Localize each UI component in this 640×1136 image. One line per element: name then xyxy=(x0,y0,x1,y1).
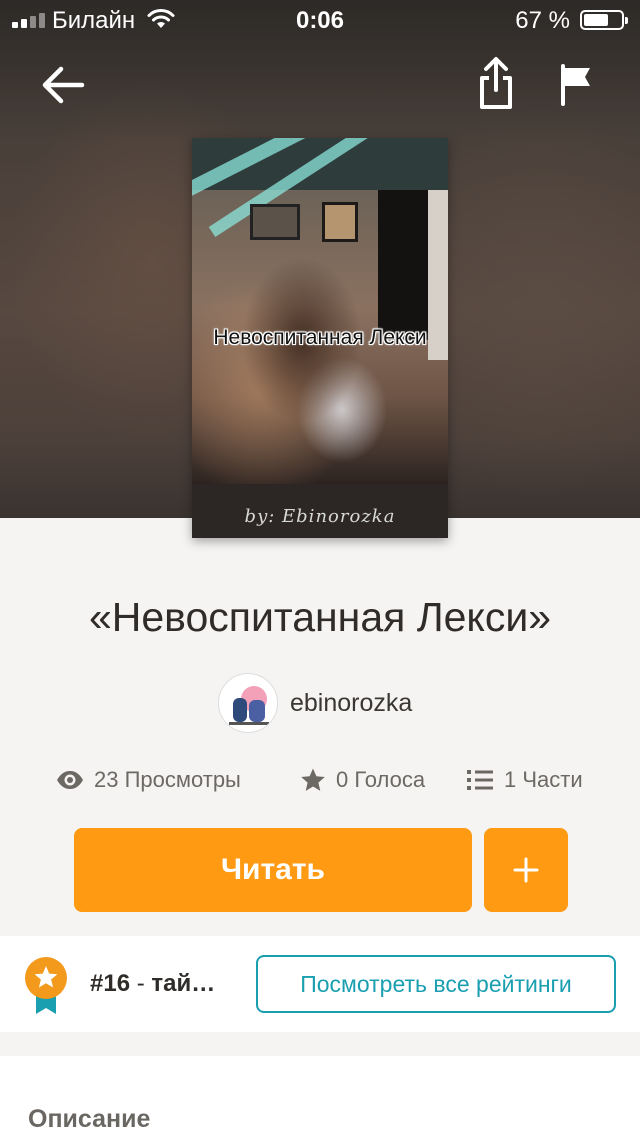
share-button[interactable] xyxy=(472,56,520,112)
rank-tag: тай… xyxy=(151,970,216,997)
views-count: 23 Просмотры xyxy=(94,767,241,792)
story-cover[interactable]: Невоспитанная Лекси by: Ebinorozka xyxy=(192,138,448,538)
parts-count: 1 Части xyxy=(504,767,583,792)
flag-icon xyxy=(561,64,590,106)
read-button[interactable]: Читать xyxy=(74,828,472,912)
battery-icon xyxy=(580,10,628,30)
story-stats: 23 Просмотры 0 Голоса 1 Части xyxy=(0,764,640,796)
battery-percent: 67 % xyxy=(515,7,570,34)
rank-separator: - xyxy=(130,970,152,997)
status-bar: Билайн 0:06 67 % xyxy=(0,0,640,40)
share-icon xyxy=(480,57,512,109)
cover-title: Невоспитанная Лекси xyxy=(213,326,427,349)
rank-number: #16 xyxy=(90,970,131,997)
votes-count: 0 Голоса xyxy=(336,767,426,792)
story-title: «Невоспитанная Лекси» xyxy=(88,594,552,640)
plus-icon xyxy=(513,857,539,883)
report-button[interactable] xyxy=(556,60,596,110)
avatar xyxy=(218,673,278,733)
stat-parts: 1 Части xyxy=(466,764,583,796)
description-heading: Описание xyxy=(28,1105,151,1133)
description-card: Описание xyxy=(0,1056,640,1136)
star-icon xyxy=(301,768,325,791)
arrow-left-icon xyxy=(42,66,85,104)
list-icon xyxy=(467,770,493,790)
view-all-rankings-button[interactable]: Посмотреть все рейтинги xyxy=(256,955,616,1013)
medal-icon xyxy=(25,957,67,1014)
stat-views: 23 Просмотры xyxy=(56,764,241,796)
eye-icon xyxy=(57,771,83,789)
cover-signature: by: Ebinorozka xyxy=(244,506,396,527)
back-button[interactable] xyxy=(38,60,88,110)
stat-votes: 0 Голоса xyxy=(300,764,425,796)
author-name: ebinorozka xyxy=(290,688,413,717)
rank-text[interactable]: #16 - тай… xyxy=(90,970,215,998)
author-link[interactable]: ebinorozka xyxy=(218,673,412,733)
ranking-row: #16 - тай… Посмотреть все рейтинги xyxy=(0,936,640,1032)
add-to-library-button[interactable] xyxy=(484,828,568,912)
